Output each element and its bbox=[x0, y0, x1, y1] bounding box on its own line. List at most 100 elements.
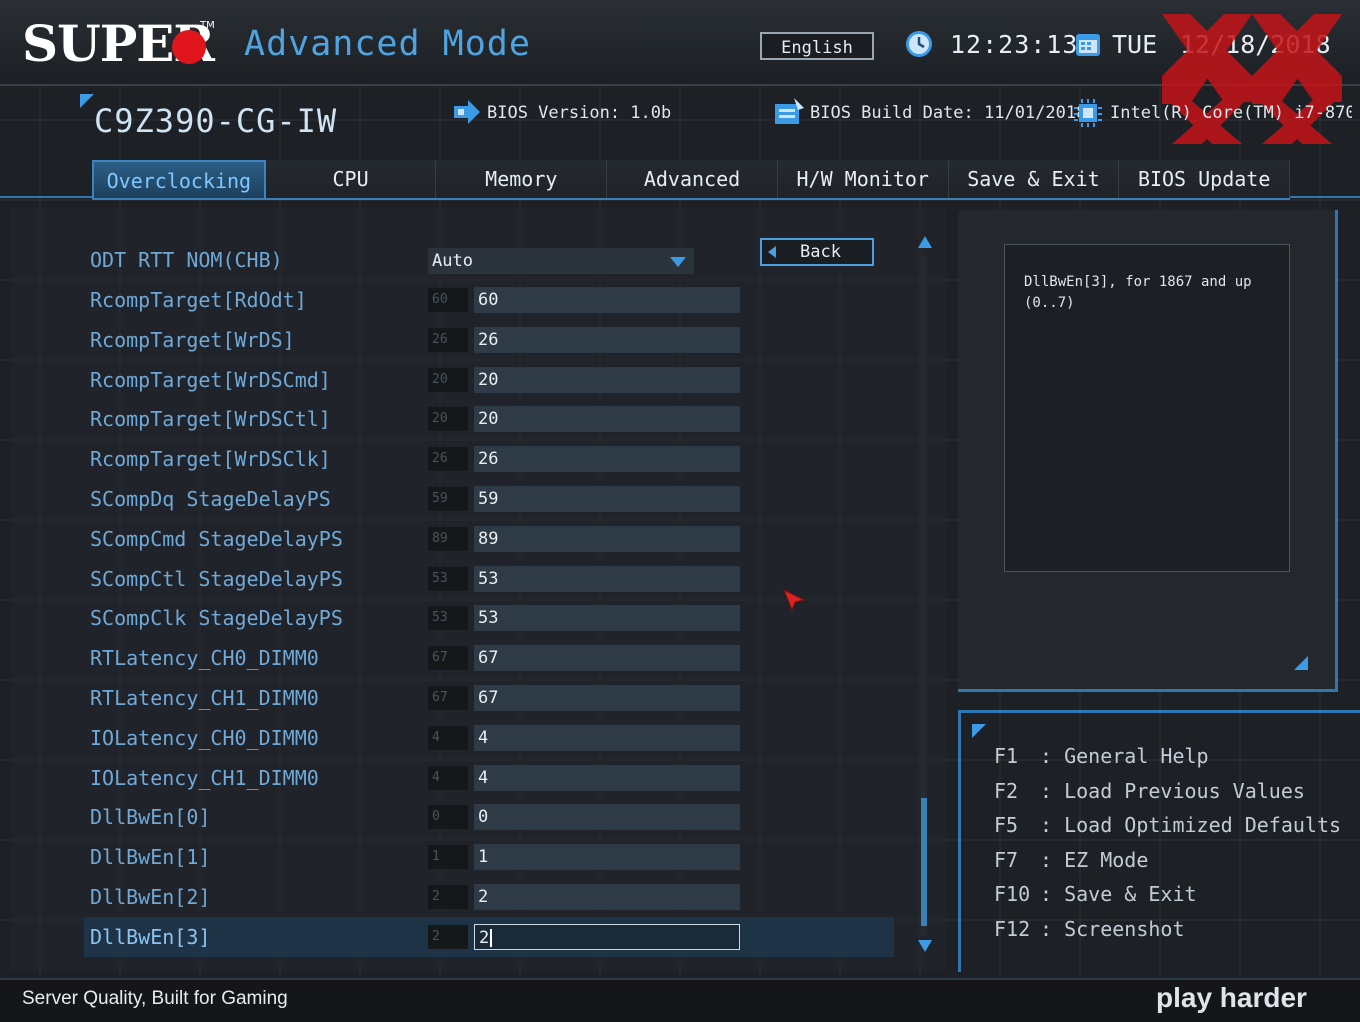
tab-bar: Overclocking CPU Memory Advanced H/W Mon… bbox=[92, 160, 1291, 200]
setting-value-input[interactable]: 20 bbox=[474, 406, 740, 433]
hotkey-desc: : Load Optimized Defaults bbox=[1040, 813, 1342, 838]
hotkey-item: F5: Load Optimized Defaults bbox=[994, 813, 1341, 837]
setting-value: 4 bbox=[478, 727, 489, 748]
setting-value-input[interactable]: 1 bbox=[474, 844, 740, 871]
scroll-up-icon[interactable] bbox=[918, 236, 932, 248]
setting-row[interactable]: RcompTarget[WrDS] 26 26 bbox=[84, 320, 894, 360]
logo-red-dot bbox=[172, 30, 206, 64]
setting-value-input[interactable]: 53 bbox=[474, 565, 740, 592]
back-button[interactable]: Back bbox=[760, 238, 874, 266]
setting-label: RTLatency_CH0_DIMM0 bbox=[90, 646, 319, 671]
tab-overclocking[interactable]: Overclocking bbox=[92, 160, 266, 198]
setting-label: SCompClk StageDelayPS bbox=[90, 606, 343, 631]
setting-value-input[interactable]: 2 bbox=[474, 923, 740, 950]
setting-value-input[interactable]: 0 bbox=[474, 804, 740, 831]
language-select[interactable]: English bbox=[760, 32, 874, 60]
setting-label: RcompTarget[WrDS] bbox=[90, 327, 295, 352]
setting-row[interactable]: SCompCmd StageDelayPS 89 89 bbox=[84, 519, 894, 559]
setting-value-input[interactable]: 60 bbox=[474, 287, 740, 313]
setting-row[interactable]: IOLatency_CH1_DIMM0 4 4 bbox=[84, 758, 894, 798]
setting-value: 67 bbox=[478, 688, 499, 708]
setting-label: IOLatency_CH1_DIMM0 bbox=[90, 765, 319, 790]
hotkey-key: F12 bbox=[994, 917, 1031, 941]
hotkey-item: F7: EZ Mode bbox=[994, 848, 1148, 872]
setting-value-input[interactable]: 26 bbox=[474, 326, 740, 353]
tab-hw-monitor[interactable]: H/W Monitor bbox=[777, 160, 949, 198]
tab-save-exit[interactable]: Save & Exit bbox=[948, 160, 1120, 198]
setting-row[interactable]: SCompClk StageDelayPS 53 53 bbox=[84, 598, 894, 638]
setting-row[interactable]: RcompTarget[WrDSCtl] 20 20 bbox=[84, 399, 894, 439]
setting-value-input[interactable]: 26 bbox=[474, 446, 740, 473]
setting-label: DllBwEn[1] bbox=[90, 845, 211, 870]
setting-label: DllBwEn[2] bbox=[90, 885, 211, 909]
settings-scrollbar[interactable] bbox=[918, 236, 932, 956]
tab-cpu[interactable]: CPU bbox=[265, 160, 437, 198]
footer-slogan: play harder bbox=[1156, 982, 1307, 1013]
setting-row[interactable]: DllBwEn[3] 2 2 bbox=[84, 916, 894, 957]
setting-value: 20 bbox=[478, 409, 499, 430]
scroll-thumb[interactable] bbox=[921, 798, 927, 926]
odt-rtt-nom-dropdown[interactable]: Auto bbox=[428, 248, 694, 274]
setting-row[interactable]: IOLatency_CH0_DIMM0 4 4 bbox=[84, 718, 894, 758]
clock-icon bbox=[906, 31, 932, 57]
logo-trademark: TM bbox=[200, 20, 215, 31]
setting-label: RcompTarget[WrDSCtl] bbox=[90, 407, 331, 432]
setting-default-value: 2 bbox=[428, 885, 468, 909]
setting-value: 0 bbox=[478, 807, 489, 828]
setting-row[interactable]: RcompTarget[WrDSCmd] 20 20 bbox=[84, 360, 894, 400]
setting-default-value: 53 bbox=[428, 606, 468, 631]
setting-row[interactable]: RcompTarget[RdOdt] 60 60 bbox=[84, 280, 894, 320]
setting-row[interactable]: RTLatency_CH0_DIMM0 67 67 bbox=[84, 638, 894, 678]
setting-value: 67 bbox=[478, 648, 499, 669]
mouse-cursor-icon bbox=[783, 588, 806, 612]
setting-value-input[interactable]: 4 bbox=[474, 764, 740, 791]
setting-default-value: 4 bbox=[428, 765, 468, 790]
setting-value: 2 bbox=[478, 887, 489, 907]
setting-value-input[interactable]: 4 bbox=[474, 724, 740, 751]
cpu-model: Intel(R) Core(TM) i7-8700K bbox=[1110, 103, 1352, 123]
setting-default-value: 89 bbox=[428, 526, 468, 551]
setting-value-input[interactable]: 67 bbox=[474, 685, 740, 711]
setting-default-value: 26 bbox=[428, 447, 468, 472]
setting-value: 26 bbox=[478, 449, 499, 470]
hotkey-desc: : General Help bbox=[1040, 744, 1209, 768]
hotkey-desc: : Save & Exit bbox=[1040, 882, 1197, 907]
setting-value: 1 bbox=[478, 847, 489, 868]
setting-value-input[interactable]: 67 bbox=[474, 645, 740, 672]
setting-default-value: 20 bbox=[428, 367, 468, 392]
setting-default-value: 53 bbox=[428, 566, 468, 591]
setting-label: SCompCmd StageDelayPS bbox=[90, 526, 343, 551]
setting-value-input[interactable]: 89 bbox=[474, 525, 740, 552]
tab-bios-update[interactable]: BIOS Update bbox=[1119, 160, 1291, 198]
setting-row[interactable]: SCompCtl StageDelayPS 53 53 bbox=[84, 559, 894, 599]
setting-row[interactable]: RcompTarget[WrDSClk] 26 26 bbox=[84, 439, 894, 479]
dropdown-arrow-icon bbox=[670, 257, 686, 267]
setting-value-input[interactable]: 20 bbox=[474, 366, 740, 393]
setting-default-value: 20 bbox=[428, 407, 468, 432]
setting-row[interactable]: DllBwEn[2] 2 2 bbox=[84, 877, 894, 917]
hotkey-item: F1 : General Help bbox=[994, 744, 1209, 768]
setting-value-input[interactable]: 2 bbox=[474, 884, 740, 910]
scroll-down-icon[interactable] bbox=[918, 940, 932, 952]
setting-row[interactable]: SCompDq StageDelayPS 59 59 bbox=[84, 479, 894, 519]
setting-label: DllBwEn[0] bbox=[90, 805, 211, 830]
hotkey-key: F7 bbox=[994, 847, 1019, 872]
setting-row[interactable]: RTLatency_CH1_DIMM0 67 67 bbox=[84, 678, 894, 718]
setting-row[interactable]: DllBwEn[1] 1 1 bbox=[84, 837, 894, 877]
footer-tagline: Server Quality, Built for Gaming bbox=[22, 988, 288, 1009]
setting-value-input[interactable]: 59 bbox=[474, 486, 740, 512]
setting-label: RTLatency_CH1_DIMM0 bbox=[90, 686, 319, 710]
dropdown-value: Auto bbox=[432, 251, 473, 271]
setting-row[interactable]: DllBwEn[0] 0 0 bbox=[84, 797, 894, 837]
setting-default-value: 26 bbox=[428, 327, 468, 352]
calendar-icon bbox=[1076, 34, 1100, 56]
tab-advanced[interactable]: Advanced bbox=[607, 160, 778, 198]
hotkey-key: F1 bbox=[994, 744, 1019, 768]
setting-label: DllBwEn[3] bbox=[90, 924, 211, 949]
setting-default-value: 67 bbox=[428, 646, 468, 671]
hotkey-desc: : Load Previous Values bbox=[1040, 778, 1305, 803]
bios-version-icon bbox=[454, 100, 480, 124]
tab-memory[interactable]: Memory bbox=[436, 160, 608, 198]
setting-value-input[interactable]: 53 bbox=[474, 605, 740, 632]
board-name: C9Z390-CG-IW bbox=[94, 102, 338, 140]
